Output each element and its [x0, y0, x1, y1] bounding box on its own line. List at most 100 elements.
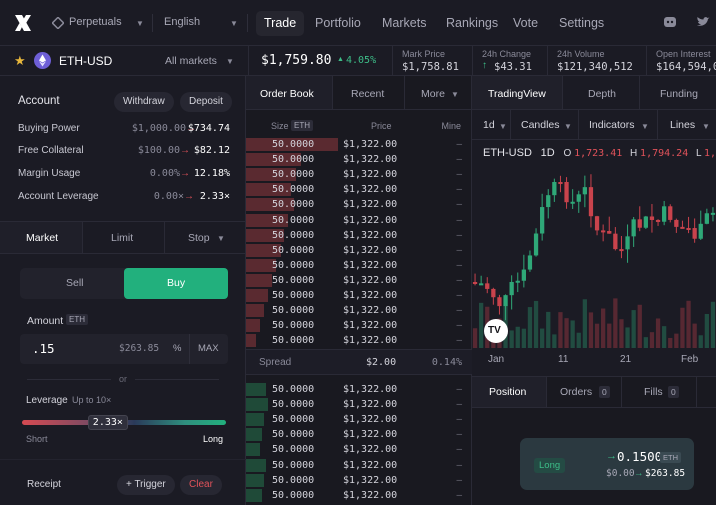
position-card[interactable]: Long → 0.1500 ETH $0.00 → $263.85	[520, 438, 694, 490]
trigger-button[interactable]: + Trigger	[117, 475, 175, 495]
nav-trade[interactable]: Trade	[256, 11, 305, 36]
stat-24h-volume-value: $121,340,512	[557, 61, 633, 73]
ask-row[interactable]: 50.0000 $1,322.00 –	[246, 213, 472, 228]
ask-row[interactable]: 50.0000 $1,322.00 –	[246, 197, 472, 212]
market-type-selector[interactable]: Perpetuals ▼	[51, 16, 147, 32]
ask-row[interactable]: 50.0000 $1,322.00 –	[246, 182, 472, 197]
ask-row[interactable]: 50.0000 $1,322.00 –	[246, 318, 472, 333]
leverage-hint: Up to 10×	[72, 395, 112, 405]
candle-body	[491, 288, 496, 298]
bid-row[interactable]: 50.0000 $1,322.00 –	[246, 412, 472, 427]
tab-label: Stop	[188, 232, 210, 244]
bid-row[interactable]: 50.0000 $1,322.00 –	[246, 458, 472, 473]
candle-body	[546, 195, 551, 208]
or-label: or	[119, 374, 128, 384]
lines-selector[interactable]: Lines ▼	[658, 110, 716, 139]
nav-rankings[interactable]: Rankings	[446, 11, 498, 36]
ask-row[interactable]: 50.0000 $1,322.00 –	[246, 303, 472, 318]
candle-body	[613, 233, 618, 250]
leverage-value[interactable]: 2.33×	[87, 415, 128, 430]
ask-row[interactable]: 50.0000 $1,322.00 –	[246, 152, 472, 167]
twitter-icon[interactable]	[696, 16, 710, 28]
market-selector[interactable]: All markets	[165, 55, 217, 67]
legend-h-label: H	[630, 148, 638, 159]
buy-button[interactable]: Buy	[124, 268, 228, 299]
tab-order-book[interactable]: Order Book	[246, 76, 332, 109]
row-price: $1,322.00	[343, 414, 398, 426]
language-selector[interactable]: English ▼	[164, 16, 239, 32]
bid-row[interactable]: 50.0000 $1,322.00 –	[246, 382, 472, 397]
side-toggle: Sell Buy	[20, 268, 228, 299]
clear-button[interactable]: Clear	[180, 475, 222, 495]
account-row-buying-power: Buying Power $1,000.00 → $734.74	[0, 123, 246, 137]
sell-button[interactable]: Sell	[20, 268, 124, 299]
discord-icon[interactable]	[663, 16, 677, 28]
max-button[interactable]: MAX	[198, 343, 219, 354]
interval-selector[interactable]: 1d ▼	[472, 110, 508, 139]
market-symbol[interactable]: ETH-USD	[59, 54, 112, 68]
bid-row[interactable]: 50.0000 $1,322.00 –	[246, 473, 472, 488]
withdraw-button[interactable]: Withdraw	[114, 92, 174, 112]
ask-row[interactable]: 50.0000 $1,322.00 –	[246, 273, 472, 288]
bid-row[interactable]: 50.0000 $1,322.00 –	[246, 488, 472, 503]
candlestick-chart[interactable]	[472, 162, 716, 348]
depth-bar	[246, 398, 268, 412]
bid-row[interactable]: 50.0000 $1,322.00 –	[246, 427, 472, 442]
legend-o-value: 1,723.41	[574, 148, 623, 159]
interval-label: 1d	[483, 119, 495, 131]
divider-line	[27, 379, 111, 380]
price-change-pct: 4.05%	[346, 55, 377, 66]
nav-divider	[152, 14, 153, 32]
volume-bar	[613, 298, 618, 348]
indicators-selector[interactable]: Indicators ▼	[579, 110, 659, 139]
chevron-down-icon: ▼	[136, 19, 144, 28]
row-to: $734.74	[187, 123, 230, 134]
candle-body	[576, 194, 581, 202]
nav-settings[interactable]: Settings	[559, 11, 604, 36]
short-label: Short	[26, 434, 48, 444]
ask-row[interactable]: 50.0000 $1,322.00 –	[246, 288, 472, 303]
deposit-button[interactable]: Deposit	[180, 92, 232, 112]
nav-vote[interactable]: Vote	[513, 11, 538, 36]
ask-row[interactable]: 50.0000 $1,322.00 –	[246, 243, 472, 258]
col-size-tag: ETH	[291, 120, 313, 131]
tab-limit[interactable]: Limit	[83, 222, 164, 253]
tab-recent[interactable]: Recent	[333, 76, 404, 109]
ask-row[interactable]: 50.0000 $1,322.00 –	[246, 333, 472, 348]
spread-label: Spread	[259, 357, 292, 368]
candle-body	[680, 226, 685, 229]
bid-row[interactable]: 50.0000 $1,322.00 –	[246, 442, 472, 457]
ask-row[interactable]: 50.0000 $1,322.00 –	[246, 258, 472, 273]
tab-orders[interactable]: Orders 0	[547, 377, 621, 407]
tab-tradingview[interactable]: TradingView	[472, 76, 562, 109]
legend-interval: 1D	[540, 147, 555, 159]
row-size: 50.0000	[272, 290, 315, 301]
nav-markets[interactable]: Markets	[382, 11, 426, 36]
tab-fills[interactable]: Fills 0	[622, 377, 696, 407]
bid-row[interactable]: 50.0000 $1,322.00 –	[246, 397, 472, 412]
favorite-star-icon[interactable]: ★	[14, 53, 26, 69]
row-size: 50.0000	[272, 444, 315, 456]
ask-row[interactable]: 50.0000 $1,322.00 –	[246, 167, 472, 182]
amount-input[interactable]: .15 $263.85 % MAX	[20, 334, 228, 364]
volume-bar	[546, 311, 551, 348]
ask-row[interactable]: 50.0000 $1,322.00 –	[246, 228, 472, 243]
tab-more[interactable]: More ▼	[405, 76, 472, 109]
candle-body	[521, 269, 526, 281]
row-mine: –	[456, 154, 462, 166]
volume-bar	[607, 323, 612, 348]
tab-depth[interactable]: Depth	[563, 76, 639, 109]
tab-funding[interactable]: Funding	[640, 76, 716, 109]
chart-panel: TradingView Depth Funding 1d ▼ Candles ▼…	[472, 76, 716, 376]
tab-stop[interactable]: Stop ▼	[165, 222, 246, 253]
candles-label: Candles	[521, 119, 560, 131]
percent-button[interactable]: %	[173, 343, 181, 354]
nav-portfolio[interactable]: Portfolio	[315, 11, 361, 36]
tab-position[interactable]: Position	[472, 377, 546, 407]
tradingview-logo[interactable]: TV	[484, 319, 508, 343]
ask-row[interactable]: 50.0000 $1,322.00 –	[246, 137, 472, 152]
depth-bar	[246, 443, 260, 457]
candles-selector[interactable]: Candles ▼	[511, 110, 577, 139]
dydx-logo[interactable]	[12, 12, 34, 34]
tab-market[interactable]: Market	[0, 222, 82, 253]
